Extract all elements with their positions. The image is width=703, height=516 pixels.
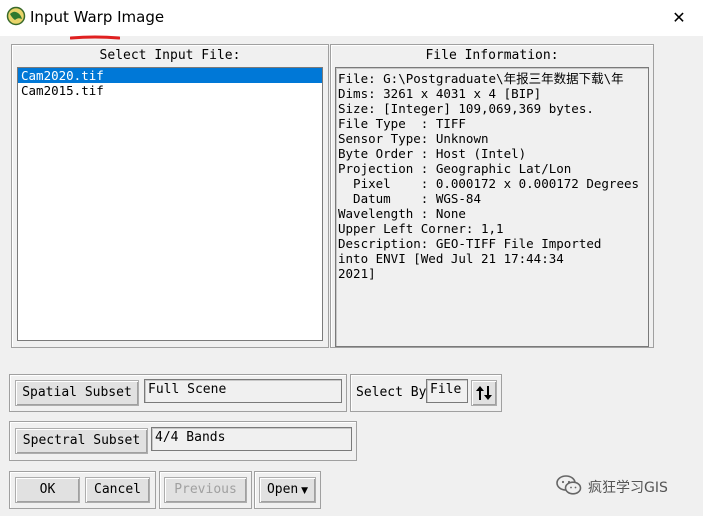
info-line: Upper Left Corner: 1,1: [338, 221, 504, 236]
spatial-subset-value: Full Scene: [144, 379, 342, 403]
input-file-list[interactable]: Cam2020.tif Cam2015.tif: [17, 67, 323, 341]
spatial-subset-button[interactable]: Spatial Subset: [15, 380, 139, 406]
info-line: File: G:\Postgraduate\年报三年数据下载\年: [338, 71, 624, 86]
info-line: into ENVI [Wed Jul 21 17:44:34: [338, 251, 564, 266]
spectral-subset-group: Spectral Subset 4/4 Bands: [9, 421, 357, 461]
previous-group: Previous: [159, 471, 252, 509]
info-line: Datum : WGS-84: [338, 191, 481, 206]
watermark: 疯狂学习GIS: [556, 474, 668, 500]
select-input-title: Select Input File:: [99, 48, 241, 63]
info-line: Sensor Type: Unknown: [338, 131, 489, 146]
spectral-subset-button[interactable]: Spectral Subset: [15, 428, 148, 454]
info-line: Size: [Integer] 109,069,369 bytes.: [338, 101, 594, 116]
select-input-panel: Select Input File: Cam2020.tif Cam2015.t…: [11, 44, 329, 348]
select-by-value: File: [426, 379, 468, 403]
open-menu-button[interactable]: Open ▼: [259, 477, 316, 503]
watermark-text: 疯狂学习GIS: [588, 480, 668, 496]
ok-button[interactable]: OK: [15, 477, 80, 503]
info-line: Pixel : 0.000172 x 0.000172 Degrees: [338, 176, 640, 191]
info-line: Wavelength : None: [338, 206, 466, 221]
list-item[interactable]: Cam2020.tif: [18, 68, 322, 83]
title-bar: Input Warp Image ✕: [0, 0, 703, 40]
list-item[interactable]: Cam2015.tif: [18, 83, 322, 98]
window-title: Input Warp Image: [30, 8, 165, 26]
info-line: Dims: 3261 x 4031 x 4 [BIP]: [338, 86, 542, 101]
spectral-subset-value: 4/4 Bands: [151, 427, 352, 451]
previous-button[interactable]: Previous: [164, 477, 247, 503]
info-line: File Type : TIFF: [338, 116, 466, 131]
info-line: Byte Order : Host (Intel): [338, 146, 527, 161]
file-info-title: File Information:: [425, 48, 559, 63]
dropdown-arrow-icon: ▼: [298, 486, 309, 496]
select-by-group: Select By File: [350, 374, 502, 412]
file-info-text: File: G:\Postgraduate\年报三年数据下载\年 Dims: 3…: [335, 67, 649, 347]
info-line: 2021]: [338, 266, 376, 281]
envi-globe-icon: [6, 6, 26, 26]
sort-arrows-icon: [475, 386, 493, 406]
open-label: Open: [266, 482, 299, 497]
open-group: Open ▼: [254, 471, 321, 509]
red-underline-annotation: [69, 29, 121, 40]
spatial-subset-group: Spatial Subset Full Scene: [9, 374, 347, 412]
ok-cancel-group: OK Cancel: [9, 471, 156, 509]
select-by-label: Select By: [356, 385, 427, 400]
file-info-panel: File Information: File: G:\Postgraduate\…: [330, 44, 654, 348]
info-line: Projection : Geographic Lat/Lon: [338, 161, 572, 176]
wechat-icon: [556, 474, 582, 500]
cancel-button[interactable]: Cancel: [85, 477, 150, 503]
sort-toggle-button[interactable]: [471, 380, 497, 406]
info-line: Description: GEO-TIFF File Imported: [338, 236, 602, 251]
close-icon: ✕: [672, 7, 686, 27]
close-button[interactable]: ✕: [663, 4, 695, 30]
